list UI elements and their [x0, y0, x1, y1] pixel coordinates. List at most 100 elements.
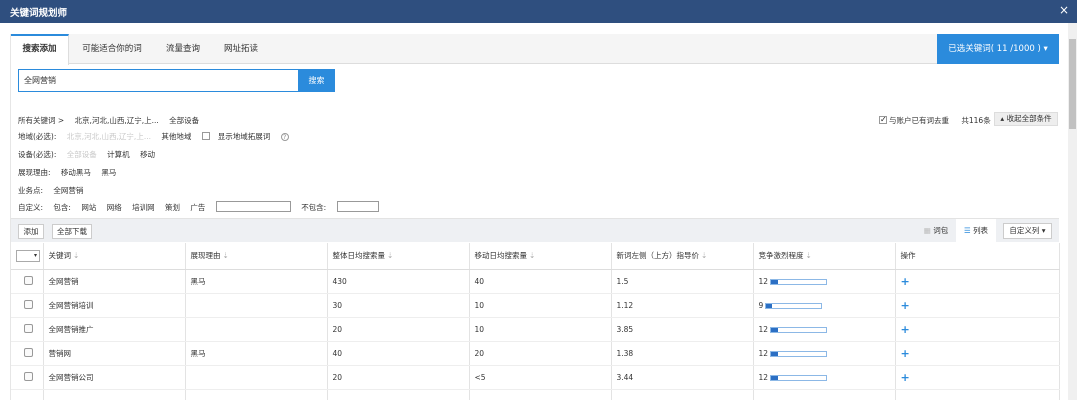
- total-search-cell: 20: [327, 317, 470, 342]
- filter-region-row: 地域(必选): 北京,河北,山西,辽宁,上... 其他地域 显示地域拓展词 ?: [18, 129, 305, 144]
- view-bundle-label: 词包: [933, 226, 949, 235]
- keyword-cell: 全网营销培训: [43, 293, 186, 318]
- select-all-header[interactable]: ▾: [11, 243, 44, 270]
- row-select-cell[interactable]: [11, 317, 44, 342]
- competition-bar: [770, 326, 828, 333]
- row-select-cell[interactable]: [11, 269, 44, 294]
- competition-value: 9: [758, 300, 764, 310]
- header-total-search[interactable]: 整体日均搜索量 ⇣: [327, 243, 470, 270]
- custom-label: 自定义:: [18, 203, 44, 212]
- filter-reason-row: 展现理由: 移动黑马 黑马: [18, 165, 124, 180]
- add-keyword-icon[interactable]: +: [901, 299, 910, 312]
- dedupe-checkbox[interactable]: [879, 113, 887, 126]
- tab-search-add[interactable]: 搜索添加: [11, 34, 69, 65]
- view-bundle-button[interactable]: ▦ 词包: [916, 219, 956, 243]
- keyword-cell: 全网营销公司: [43, 365, 186, 390]
- device-label: 设备(必选):: [18, 150, 57, 159]
- add-keyword-icon[interactable]: +: [901, 347, 910, 360]
- include-planning[interactable]: 策划: [165, 200, 180, 215]
- breadcrumb-regions[interactable]: 北京,河北,山西,辽宁,上...: [75, 113, 159, 128]
- reason-dark-horse[interactable]: 黑马: [101, 165, 116, 180]
- mobile-search-cell: <5: [469, 365, 612, 390]
- selected-keywords-button[interactable]: 已选关键词( 11 /1000 ) ▾: [937, 34, 1059, 64]
- business-option[interactable]: 全网营销: [53, 183, 83, 198]
- view-list-button[interactable]: ☰ 列表: [956, 219, 996, 243]
- table-row[interactable]: 营销网 黑马 40 20 1.38 12 +: [11, 341, 1060, 366]
- window-titlebar: 关键词规划师 ×: [0, 0, 1077, 23]
- reason-mobile-dark-horse[interactable]: 移动黑马: [61, 165, 91, 180]
- row-select-cell[interactable]: [11, 341, 44, 366]
- collapse-conditions-button[interactable]: ▴ 收起全部条件: [994, 112, 1058, 126]
- device-mobile[interactable]: 移动: [140, 147, 155, 162]
- add-keyword-icon[interactable]: +: [901, 323, 910, 336]
- row-checkbox[interactable]: [24, 275, 33, 285]
- vertical-scrollbar[interactable]: [1068, 23, 1077, 400]
- table-row[interactable]: 全网营销推广 20 10 3.85 12 +: [11, 317, 1060, 342]
- main-panel: 搜索添加 可能适合你的词 流量查询 网址拓读 已选关键词( 11 /1000 )…: [10, 34, 1060, 400]
- add-keyword-icon[interactable]: +: [901, 371, 910, 384]
- total-search-cell: 430: [327, 269, 470, 294]
- header-guide-price[interactable]: 新词左侧（上方）指导价 ⇣: [611, 243, 754, 270]
- competition-value: 12: [758, 276, 769, 286]
- empty-cell: [611, 389, 754, 400]
- table-row[interactable]: 全网营销公司 20 <5 3.44 12 +: [11, 365, 1060, 390]
- table-row[interactable]: 全网营销 黑马 430 40 1.5 12 +: [11, 269, 1060, 294]
- header-keyword[interactable]: 关键词 ⇣: [43, 243, 186, 270]
- tab-url-expand[interactable]: 网址拓读: [213, 34, 269, 64]
- header-reason[interactable]: 展现理由 ⇣: [185, 243, 328, 270]
- competition-bar: [770, 278, 828, 285]
- tab-suggested-words[interactable]: 可能适合你的词: [71, 34, 153, 64]
- select-all-dropdown[interactable]: ▾: [16, 249, 40, 262]
- row-checkbox[interactable]: [24, 299, 33, 309]
- breadcrumb-devices[interactable]: 全部设备: [169, 113, 199, 128]
- row-checkbox[interactable]: [24, 371, 33, 381]
- search-button[interactable]: 搜索: [298, 69, 335, 92]
- action-cell: +: [895, 293, 1060, 318]
- other-region[interactable]: 其他地域: [161, 129, 191, 144]
- table-row[interactable]: [11, 389, 1060, 400]
- region-label: 地域(必选):: [18, 132, 57, 141]
- close-icon[interactable]: ×: [1059, 3, 1069, 17]
- row-select-cell[interactable]: [11, 365, 44, 390]
- exclude-input[interactable]: [336, 201, 379, 212]
- row-checkbox[interactable]: [24, 347, 33, 357]
- include-network[interactable]: 网络: [107, 200, 122, 215]
- custom-columns-dropdown[interactable]: 自定义列 ▾: [1003, 223, 1052, 239]
- device-pc[interactable]: 计算机: [107, 147, 130, 162]
- tab-traffic-query[interactable]: 流量查询: [155, 34, 211, 64]
- competition-value: 12: [758, 372, 769, 382]
- region-value[interactable]: 北京,河北,山西,辽宁,上...: [67, 129, 151, 144]
- competition-cell: 12: [753, 365, 896, 390]
- include-website[interactable]: 网站: [81, 200, 96, 215]
- filter-device-row: 设备(必选): 全部设备 计算机 移动: [18, 147, 163, 162]
- filter-custom-row: 自定义: 包含: 网站 网络 培训网 策划 广告 不包含:: [18, 200, 387, 215]
- add-keyword-icon[interactable]: +: [901, 275, 910, 288]
- device-all[interactable]: 全部设备: [67, 147, 97, 162]
- mobile-search-cell: 20: [469, 341, 612, 366]
- row-checkbox[interactable]: [24, 323, 33, 333]
- reason-cell: 黑马: [185, 269, 328, 294]
- header-action: 操作: [895, 243, 1060, 270]
- add-button[interactable]: 添加: [18, 224, 44, 239]
- download-all-button[interactable]: 全部下载: [52, 224, 92, 239]
- scrollbar-thumb[interactable]: [1069, 39, 1076, 129]
- action-cell: +: [895, 317, 1060, 342]
- competition-bar: [770, 374, 828, 381]
- action-cell: +: [895, 365, 1060, 390]
- guide-price-cell: 3.85: [611, 317, 754, 342]
- help-icon[interactable]: ?: [280, 133, 289, 141]
- row-select-cell[interactable]: [11, 293, 44, 318]
- show-region-label: 显示地域拓展词: [217, 132, 271, 141]
- header-mobile-search[interactable]: 移动日均搜索量 ⇣: [469, 243, 612, 270]
- include-input[interactable]: [215, 201, 291, 212]
- table-row[interactable]: 全网营销培训 30 10 1.12 9 +: [11, 293, 1060, 318]
- header-competition[interactable]: 竞争激烈程度 ⇣: [753, 243, 896, 270]
- search-input[interactable]: 全网营销: [18, 69, 299, 92]
- include-training[interactable]: 培训网: [132, 200, 155, 215]
- total-search-cell: 40: [327, 341, 470, 366]
- guide-price-cell: 1.38: [611, 341, 754, 366]
- breadcrumb-all[interactable]: 所有关键词 >: [18, 113, 64, 128]
- empty-cell: [753, 389, 896, 400]
- show-region-checkbox[interactable]: [201, 132, 210, 140]
- include-ad[interactable]: 广告: [190, 200, 205, 215]
